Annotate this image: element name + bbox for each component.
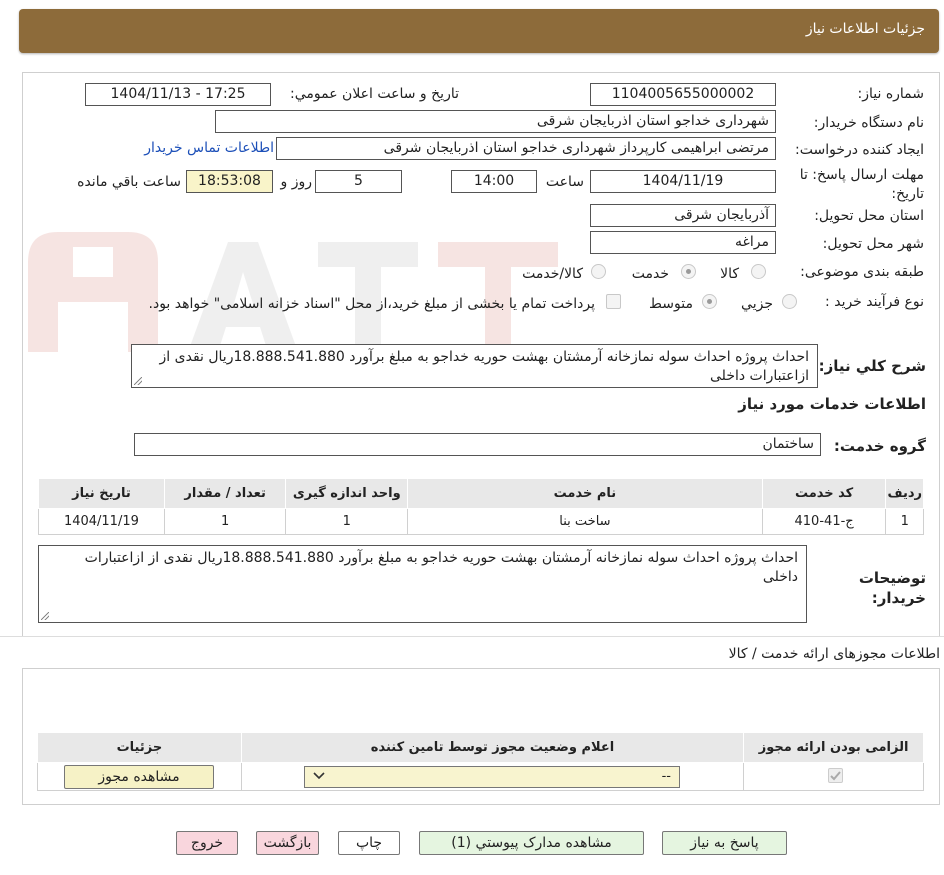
col-service-name-header: نام خدمت [407,478,763,509]
buyer-contact-link[interactable]: اطلاعات تماس خریدار [144,140,274,156]
cell-quantity: 1 [163,508,287,535]
col-permit-status-header: اعلام وضعيت مجوز توسط تامين کننده [240,732,745,763]
service-group-field: ساختمان [134,433,821,456]
province-label: استان محل تحويل: [814,208,924,224]
back-button[interactable]: بازگشت [256,831,319,855]
category-goods-label: کالا [720,266,739,282]
treasury-checkbox[interactable] [606,294,621,309]
buyer-notes-text: احداث پروژه احداث سوله نمازخانه آرمشتان … [84,550,798,585]
announce-datetime-field: 1404/11/13 - 17:25 [85,83,271,106]
col-permit-details-header: جزئيات [37,732,242,763]
permits-section-title: اطلاعات مجوزهای ارائه خدمت / کالا [728,646,940,662]
remaining-time-label: ساعت باقي مانده [77,174,181,190]
deadline-date-field: 1404/11/19 [590,170,776,193]
chevron-down-icon [313,770,325,786]
exit-button[interactable]: خروج [176,831,238,855]
process-minor-label: جزيي [741,296,773,312]
permit-status-select[interactable]: -- [304,766,680,788]
col-need-date-header: تاريخ نياز [38,478,165,509]
cell-unit: 1 [285,508,409,535]
creator-label: ايجاد كننده درخواست: [795,142,924,158]
services-table-header-row: رديف کد خدمت نام خدمت واحد اندازه گيری ت… [38,478,924,509]
resize-grip-icon[interactable] [41,612,49,620]
days-label: روز و [280,174,313,190]
category-goods-radio[interactable] [751,264,766,279]
general-desc-textarea: احداث پروژه احداث سوله نمازخانه آرمشتان … [131,344,818,388]
category-goods-service-radio[interactable] [591,264,606,279]
deadline-time-label: ساعت [545,174,584,190]
col-unit-header: واحد اندازه گيری [285,478,409,509]
col-permit-required-header: الزامی بودن ارائه مجوز [743,732,924,763]
city-label: شهر محل تحويل: [822,236,924,252]
deadline-label: مهلت ارسال پاسخ: تا تاريخ: [799,167,924,202]
services-section-title: اطلاعات خدمات مورد نياز [738,395,926,413]
remaining-days-field: 5 [315,170,402,193]
category-goods-service-label: کالا/خدمت [522,266,583,282]
need-number-field: 1104005655000002 [590,83,776,106]
section-divider [0,636,944,637]
view-attachments-button[interactable]: مشاهده مدارک پيوستي (1) [419,831,644,855]
process-minor-radio[interactable] [782,294,797,309]
services-table: رديف کد خدمت نام خدمت واحد اندازه گيری ت… [38,478,924,535]
permits-header-row: الزامی بودن ارائه مجوز اعلام وضعيت مجوز … [37,732,924,763]
general-desc-label: شرح كلي نياز: [818,357,926,375]
category-label: طبقه بندی موضوعی: [800,264,924,280]
cell-need-date: 1404/11/19 [38,508,165,535]
cell-service-code: ج-41-410 [761,508,887,535]
need-number-label: شماره نیاز: [857,86,925,102]
checkmark-icon [830,771,841,781]
process-medium-radio[interactable] [702,294,717,309]
category-service-label: خدمت [631,266,669,282]
col-quantity-header: تعداد / مقدار [163,478,287,509]
view-permit-button[interactable]: مشاهده مجوز [64,765,214,789]
city-field: مراغه [590,231,776,254]
table-row: 1 ج-41-410 ساخت بنا 1 1 1404/11/19 [38,508,924,535]
print-button[interactable]: چاپ [338,831,400,855]
buyer-org-label: نام دستگاه خريدار: [813,115,924,131]
process-medium-label: متوسط [649,296,693,312]
general-desc-text: احداث پروژه احداث سوله نمازخانه آرمشتان … [159,349,809,384]
remaining-time-field: 18:53:08 [186,170,273,193]
permit-status-value: -- [661,769,671,784]
treasury-note: پرداخت تمام یا بخشی از مبلغ خرید،از محل … [148,296,595,312]
page-header: جزئیات اطلاعات نیاز [19,9,939,53]
deadline-time-field: 14:00 [451,170,537,193]
permit-required-checkbox[interactable] [828,768,843,783]
buyer-notes-textarea: احداث پروژه احداث سوله نمازخانه آرمشتان … [38,545,807,623]
buyer-org-field: شهرداری خداجو استان اذربایجان شرقی [215,110,776,133]
announce-datetime-label: تاریخ و ساعت اعلان عمومي: [290,86,459,102]
resize-grip-icon[interactable] [134,377,142,385]
reply-button[interactable]: پاسخ به نياز [662,831,787,855]
category-service-radio[interactable] [681,264,696,279]
province-field: آذربایجان شرقی [590,204,776,227]
service-group-label: گروه خدمت: [833,437,926,455]
process-type-label: نوع فرآيند خريد : [825,294,924,310]
buyer-notes-label: توضيحات خريدار: [858,569,926,607]
col-row-header: رديف [885,478,924,509]
page-title: جزئیات اطلاعات نیاز [805,21,925,37]
cell-row-number: 1 [885,508,924,535]
creator-field: مرتضی ابراهیمی کارپرداز شهرداری خداجو اس… [276,137,776,160]
col-service-code-header: کد خدمت [761,478,887,509]
cell-service-name: ساخت بنا [407,508,763,535]
